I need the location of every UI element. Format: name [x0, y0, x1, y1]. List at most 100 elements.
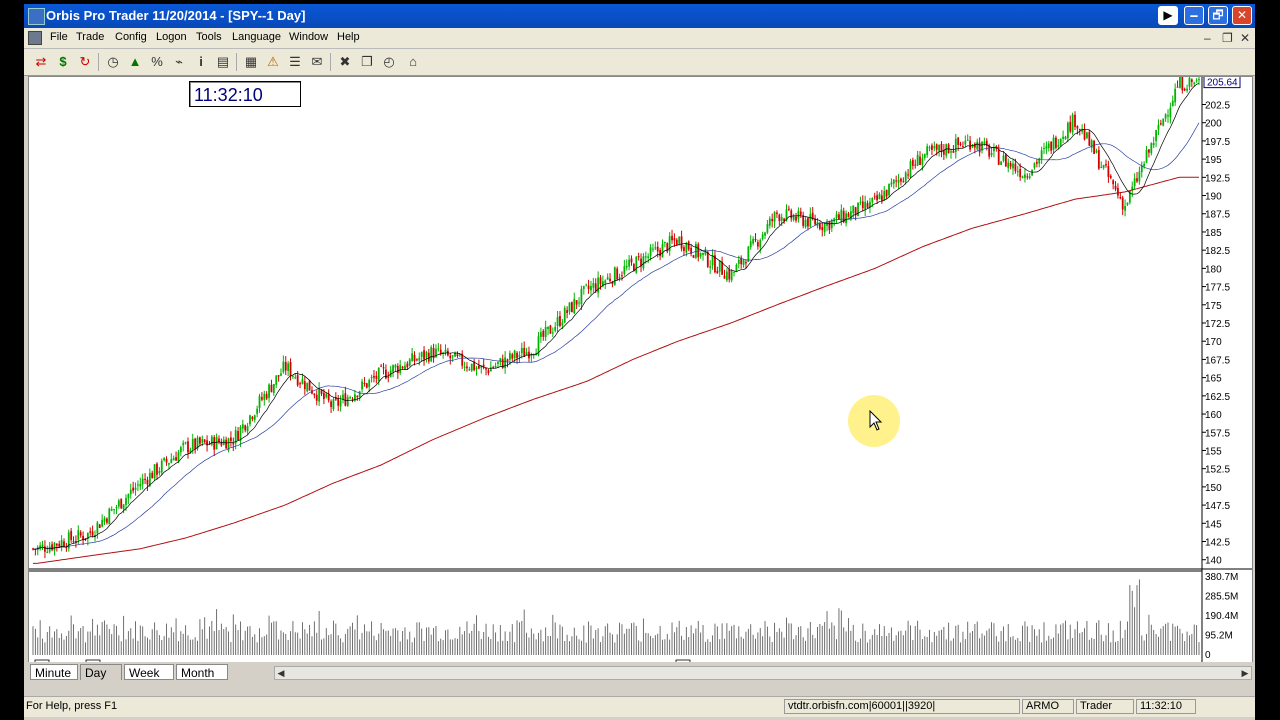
refresh-icon[interactable]: ↻ — [76, 53, 94, 71]
candle-body — [1009, 163, 1012, 167]
candle-body — [1121, 197, 1124, 210]
candle-body — [554, 326, 557, 331]
menu-window[interactable]: Window — [289, 31, 328, 43]
tab-week[interactable]: Week — [124, 664, 174, 680]
candle-body — [1016, 171, 1019, 173]
percent-icon[interactable]: % — [148, 53, 166, 71]
home-icon[interactable]: ⌂ — [404, 53, 422, 71]
price-tick-label: 162.5 — [1205, 392, 1230, 403]
title-bar[interactable]: Orbis Pro Trader 11/20/2014 - [SPY--1 Da… — [24, 4, 1255, 28]
candle-body — [129, 489, 132, 495]
candle-body — [687, 241, 690, 250]
candle-body — [368, 379, 371, 388]
menu-trade[interactable]: Trade — [76, 31, 104, 43]
candle-body — [1064, 136, 1067, 139]
candle-body — [1117, 187, 1119, 196]
buysell-icon[interactable]: ⇄ — [32, 53, 50, 71]
candle-body — [506, 359, 509, 362]
tab-month[interactable]: Month — [176, 664, 228, 680]
price-chart-panel[interactable]: 202.5 200 197.5 195 192.5 190 187.5 185 182.5 180… — [28, 76, 1253, 664]
candle-body — [923, 153, 926, 158]
info-icon[interactable]: i — [192, 53, 210, 71]
quote-icon[interactable]: ▤ — [214, 53, 232, 71]
candle-body — [859, 201, 862, 203]
candle-body — [210, 436, 213, 445]
menu-tools[interactable]: Tools — [196, 31, 222, 43]
tools-icon[interactable]: ✖ — [336, 53, 354, 71]
minimize-button[interactable]: 🗕 — [1184, 6, 1204, 25]
candle-body — [327, 394, 330, 401]
candle-body — [1043, 147, 1045, 149]
candle-body — [613, 267, 616, 285]
scroll-left-icon[interactable]: ◀ — [275, 667, 287, 679]
chart-link-icon[interactable]: ⌁ — [170, 53, 188, 71]
price-tick-label: 147.5 — [1205, 501, 1230, 512]
document-icon[interactable] — [28, 31, 42, 45]
candle-body — [46, 551, 49, 553]
candle-body — [261, 397, 263, 400]
candle-body — [51, 544, 53, 550]
candle-body — [156, 463, 158, 475]
menu-config[interactable]: Config — [115, 31, 147, 43]
tab-minute[interactable]: Minute — [30, 664, 78, 680]
uptick-icon[interactable]: ▲ — [126, 53, 144, 71]
candle-body — [544, 326, 547, 338]
candle-body — [1188, 77, 1191, 87]
menu-file[interactable]: File — [50, 31, 68, 43]
mouse-pointer-icon — [869, 410, 883, 431]
run-icon[interactable]: ▶ — [1158, 6, 1178, 25]
candle-body — [904, 172, 907, 182]
alert-icon[interactable]: ⚠ — [264, 53, 282, 71]
candle-body — [909, 161, 912, 177]
volume-tick-label: 190.4M — [1205, 611, 1238, 622]
candle-body — [48, 546, 51, 552]
toolbar: ⇄ $ ↻ ◷ ▲ % ⌁ i ▤ ▦ ⚠ ☰ ✉ ✖ ❐ ◴ ⌂ — [24, 49, 1255, 76]
timer-icon[interactable]: ◴ — [380, 53, 398, 71]
candle-body — [206, 440, 208, 446]
menu-logon[interactable]: Logon — [156, 31, 187, 43]
mdi-restore-button[interactable]: ❐ — [1222, 31, 1233, 45]
mdi-close-button[interactable]: ✕ — [1240, 31, 1250, 45]
candle-body — [275, 375, 278, 385]
candle-body — [325, 393, 328, 398]
candlestick-chart[interactable]: 202.5 200 197.5 195 192.5 190 187.5 185 182.5 180… — [29, 77, 1252, 663]
options-icon[interactable]: ☰ — [286, 53, 304, 71]
candle-body — [272, 383, 275, 393]
candle-body — [954, 138, 957, 153]
app-icon[interactable] — [28, 8, 45, 25]
maximize-button[interactable]: 🗗 — [1208, 6, 1228, 25]
tab-day[interactable]: Day — [80, 664, 122, 680]
price-tick-label: 155 — [1205, 446, 1222, 457]
chart-icon[interactable]: ▦ — [242, 53, 260, 71]
mdi-minimize-button[interactable]: – — [1204, 31, 1211, 45]
menu-help[interactable]: Help — [337, 31, 360, 43]
candle-body — [559, 315, 561, 326]
candle-body — [1088, 132, 1091, 146]
price-tick-label: 152.5 — [1205, 465, 1230, 476]
candle-body — [1102, 164, 1105, 168]
candle-body — [997, 149, 1000, 165]
candle-body — [680, 236, 683, 249]
candle-body — [797, 210, 800, 219]
app-window: Orbis Pro Trader 11/20/2014 - [SPY--1 Da… — [24, 4, 1255, 720]
candle-body — [828, 221, 831, 230]
candle-body — [587, 285, 590, 290]
candle-body — [933, 146, 936, 149]
candle-body — [911, 159, 914, 166]
candle-body — [928, 147, 931, 149]
candle-body — [1026, 176, 1029, 178]
candle-body — [1078, 129, 1081, 131]
candle-body — [401, 366, 404, 369]
mail-icon[interactable]: ✉ — [308, 53, 326, 71]
candle-body — [65, 547, 68, 549]
dollar-icon[interactable]: $ — [54, 53, 72, 71]
window-icon[interactable]: ❐ — [358, 53, 376, 71]
candle-body — [945, 144, 948, 156]
candle-body — [277, 375, 280, 377]
menu-language[interactable]: Language — [232, 31, 281, 43]
candle-body — [1059, 138, 1062, 146]
clock-icon[interactable]: ◷ — [104, 53, 122, 71]
scroll-right-icon[interactable]: ▶ — [1239, 667, 1251, 679]
close-button[interactable]: ✕ — [1232, 6, 1252, 25]
horizontal-scrollbar[interactable]: ◀ ▶ — [274, 666, 1252, 680]
